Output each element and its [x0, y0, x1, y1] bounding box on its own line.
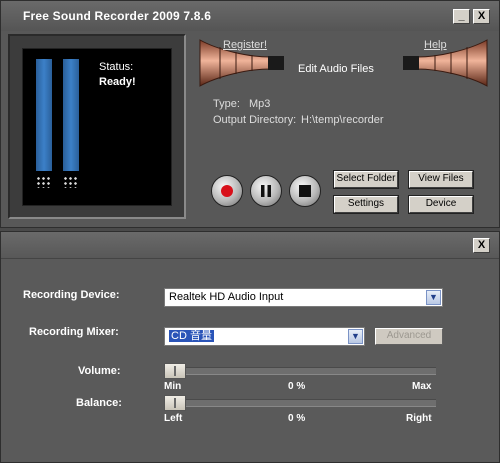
- record-icon: [221, 185, 233, 197]
- volume-max-label: Max: [412, 381, 432, 392]
- balance-value-label: 0 %: [288, 413, 306, 424]
- minimize-button[interactable]: _: [453, 9, 470, 24]
- pause-icon: [261, 185, 271, 197]
- level-meter-panel: Status: Ready!: [8, 34, 186, 219]
- view-files-button[interactable]: View Files: [409, 171, 473, 188]
- panel-title-bar[interactable]: X: [1, 232, 499, 259]
- chevron-down-icon[interactable]: ▼: [426, 290, 441, 305]
- output-directory-label: Output Directory:: [213, 114, 297, 126]
- speaker-horn-right-icon: [403, 39, 488, 87]
- level-meter-display: Status: Ready!: [22, 48, 172, 206]
- advanced-button[interactable]: Advanced: [375, 328, 443, 345]
- balance-slider-thumb[interactable]: [164, 395, 186, 411]
- recording-mixer-select[interactable]: CD 音量 ▼: [164, 327, 365, 346]
- balance-right-label: Right: [406, 413, 432, 424]
- settings-button[interactable]: Settings: [334, 196, 398, 213]
- recording-device-label: Recording Device:: [23, 289, 120, 301]
- panel-close-button[interactable]: X: [473, 238, 490, 253]
- channel-left-indicator: [36, 176, 52, 188]
- volume-slider-thumb[interactable]: [164, 363, 186, 379]
- record-button[interactable]: [211, 175, 243, 207]
- main-window: Free Sound Recorder 2009 7.8.6 _ X Statu…: [0, 0, 500, 228]
- chevron-down-icon[interactable]: ▼: [348, 329, 363, 344]
- channel-right-indicator: [63, 176, 79, 188]
- level-bar-right: [63, 59, 79, 171]
- output-directory-value: H:\temp\recorder: [301, 114, 384, 126]
- register-link[interactable]: Register!: [223, 39, 267, 51]
- recording-device-select[interactable]: Realtek HD Audio Input ▼: [164, 288, 443, 307]
- volume-slider[interactable]: [164, 363, 436, 379]
- recording-device-value: Realtek HD Audio Input: [169, 291, 284, 303]
- pause-button[interactable]: [250, 175, 282, 207]
- level-bar-left: [36, 59, 52, 171]
- close-button[interactable]: X: [473, 9, 490, 24]
- balance-label: Balance:: [76, 397, 122, 409]
- stop-icon: [299, 185, 311, 197]
- select-folder-button[interactable]: Select Folder: [334, 171, 398, 188]
- type-label: Type:: [213, 98, 240, 110]
- type-value: Mp3: [249, 98, 271, 110]
- volume-min-label: Min: [164, 381, 182, 392]
- volume-label: Volume:: [78, 365, 121, 377]
- status-label: Status:: [99, 61, 134, 73]
- volume-value-label: 0 %: [288, 381, 306, 392]
- app-title: Free Sound Recorder 2009 7.8.6: [23, 9, 212, 23]
- balance-slider[interactable]: [164, 395, 436, 411]
- title-bar[interactable]: Free Sound Recorder 2009 7.8.6 _ X: [1, 1, 499, 31]
- status-value: Ready!: [99, 76, 136, 88]
- balance-left-label: Left: [164, 413, 183, 424]
- stop-button[interactable]: [289, 175, 321, 207]
- recording-mixer-value: CD 音量: [169, 330, 214, 342]
- recording-mixer-label: Recording Mixer:: [29, 326, 119, 338]
- recording-settings-panel: X Recording Device: Realtek HD Audio Inp…: [0, 231, 500, 463]
- device-button[interactable]: Device: [409, 196, 473, 213]
- edit-audio-files-button[interactable]: Edit Audio Files: [298, 63, 374, 75]
